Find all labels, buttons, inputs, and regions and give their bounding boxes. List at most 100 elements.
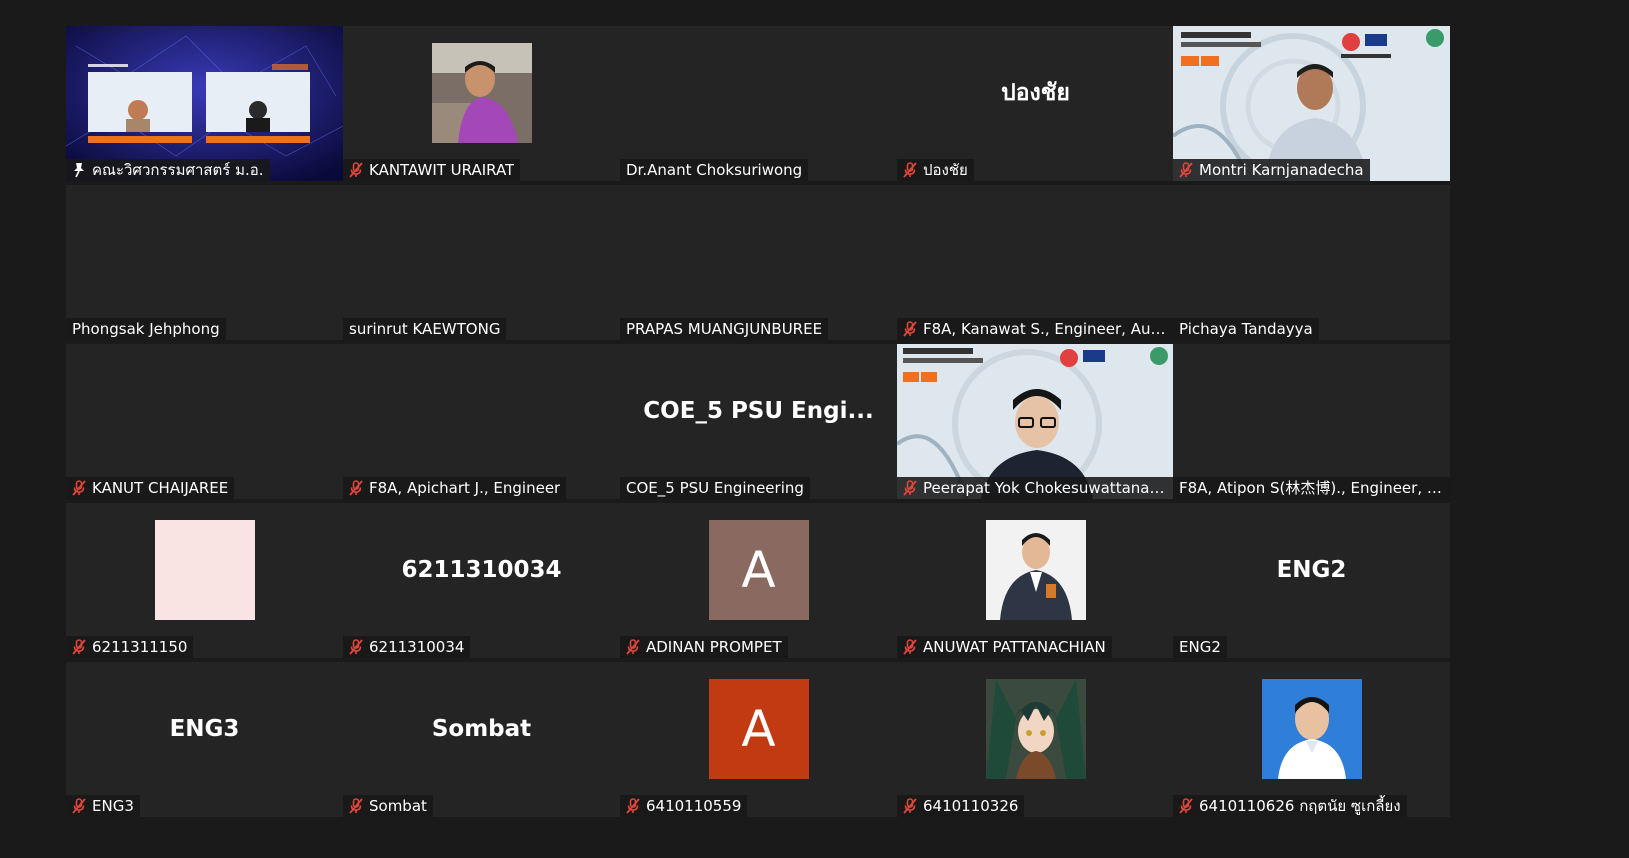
participant-tile[interactable]: ENG3 ENG3 (66, 662, 343, 817)
participant-name: F8A, Apichart J., Engineer (369, 479, 561, 497)
participant-name: COE_5 PSU Engineering (626, 479, 804, 497)
muted-mic-icon (1179, 162, 1193, 178)
muted-mic-icon (903, 162, 917, 178)
presenter-video-icon (897, 344, 1174, 499)
muted-mic-icon (72, 480, 86, 496)
participant-name-label: 6211310034 (343, 636, 471, 658)
muted-mic-icon (349, 480, 363, 496)
participant-tile[interactable]: KANTAWIT URAIRAT (343, 26, 620, 181)
participant-tile[interactable]: COE_5 PSU Engi... COE_5 PSU Engineering (620, 344, 897, 499)
participant-name-label: Phongsak Jehphong (66, 318, 226, 340)
participant-name-label: Peerapat Yok Chokesuwattanaskul (897, 477, 1174, 499)
participant-tile[interactable]: ENG2 ENG2 (1173, 503, 1450, 658)
participant-tile[interactable]: Phongsak Jehphong (66, 185, 343, 340)
participant-avatar (154, 519, 255, 620)
muted-mic-icon (626, 639, 640, 655)
participant-name-label: ปองชัย (897, 159, 974, 181)
participant-photo (985, 678, 1086, 779)
participant-tile[interactable]: 6211311150 (66, 503, 343, 658)
participant-photo (985, 519, 1086, 620)
participant-name-label: F8A, Atipon S(林杰博)., Engineer, Aut... (1173, 477, 1450, 499)
participant-tile[interactable]: Montri Karnjanadecha (1173, 26, 1450, 181)
muted-mic-icon (903, 639, 917, 655)
participant-name: Peerapat Yok Chokesuwattanaskul (923, 479, 1171, 497)
participant-name-label: F8A, Apichart J., Engineer (343, 477, 567, 499)
participant-name: Montri Karnjanadecha (1199, 161, 1364, 179)
participant-name-label: Dr.Anant Choksuriwong (620, 159, 809, 181)
participant-display-name: 6211310034 (401, 556, 562, 583)
participant-name: KANTAWIT URAIRAT (369, 161, 515, 179)
participant-name-label: Montri Karnjanadecha (1173, 159, 1370, 181)
participant-name: F8A, Atipon S(林杰博)., Engineer, Aut... (1179, 479, 1447, 497)
participant-name-label: surinrut KAEWTONG (343, 318, 507, 340)
avatar-initial: A (741, 699, 776, 758)
muted-mic-icon (903, 321, 917, 337)
participant-name: ปองชัย (923, 161, 968, 179)
participant-name-label: 6410110326 (897, 795, 1025, 817)
participant-tile[interactable]: PRAPAS MUANGJUNBUREE (620, 185, 897, 340)
participant-name-label: ENG2 (1173, 636, 1227, 658)
participant-name: surinrut KAEWTONG (349, 320, 501, 338)
muted-mic-icon (903, 480, 917, 496)
muted-mic-icon (72, 798, 86, 814)
participant-name: KANUT CHAIJAREE (92, 479, 229, 497)
pin-icon (72, 162, 86, 178)
participant-tile[interactable]: 6410110326 (897, 662, 1174, 817)
participant-tile[interactable]: Dr.Anant Choksuriwong (620, 26, 897, 181)
participant-name: ANUWAT PATTANACHIAN (923, 638, 1106, 656)
muted-mic-icon (349, 639, 363, 655)
participant-name: 6410110559 (646, 797, 742, 815)
participant-avatar: A (708, 519, 809, 620)
conference-video-icon (66, 26, 343, 181)
participant-display-name: ENG3 (169, 715, 240, 742)
avatar-initial: A (741, 540, 776, 599)
participant-name: Dr.Anant Choksuriwong (626, 161, 803, 179)
participant-name-label: PRAPAS MUANGJUNBUREE (620, 318, 829, 340)
participant-tile[interactable]: Peerapat Yok Chokesuwattanaskul (897, 344, 1174, 499)
participant-avatar: A (708, 678, 809, 779)
participant-tile[interactable]: F8A, Kanawat S., Engineer, Automa... (897, 185, 1174, 340)
participant-tile[interactable]: 6410110626 กฤตนัย ซูเกลี้ยง (1173, 662, 1450, 817)
participant-display-name: COE_5 PSU Engi... (643, 397, 874, 424)
participant-photo (431, 42, 532, 143)
participant-name: 6211310034 (369, 638, 465, 656)
muted-mic-icon (349, 798, 363, 814)
muted-mic-icon (72, 639, 86, 655)
muted-mic-icon (626, 798, 640, 814)
participant-display-name: ปองชัย (1001, 79, 1070, 106)
participant-name: PRAPAS MUANGJUNBUREE (626, 320, 823, 338)
participant-name: 6410110326 (923, 797, 1019, 815)
participant-tile[interactable]: ANUWAT PATTANACHIAN (897, 503, 1174, 658)
participant-name: Sombat (369, 797, 427, 815)
muted-mic-icon (903, 798, 917, 814)
participant-tile[interactable]: F8A, Atipon S(林杰博)., Engineer, Aut... (1173, 344, 1450, 499)
participant-name: คณะวิศวกรรมศาสตร์ ม.อ. (92, 161, 264, 179)
participant-name-label: 6211311150 (66, 636, 194, 658)
presenter-video-icon (1173, 26, 1450, 181)
participant-tile[interactable]: A ADINAN PROMPET (620, 503, 897, 658)
participant-tile[interactable]: คณะวิศวกรรมศาสตร์ ม.อ. (66, 26, 343, 181)
participant-tile[interactable]: F8A, Apichart J., Engineer (343, 344, 620, 499)
participant-tile[interactable]: surinrut KAEWTONG (343, 185, 620, 340)
participant-tile[interactable]: A 6410110559 (620, 662, 897, 817)
participant-tile[interactable]: ปองชัย ปองชัย (897, 26, 1174, 181)
muted-mic-icon (1179, 798, 1193, 814)
muted-mic-icon (349, 162, 363, 178)
participant-photo (1261, 678, 1362, 779)
participant-name: 6410110626 กฤตนัย ซูเกลี้ยง (1199, 797, 1401, 815)
participant-display-name: ENG2 (1276, 556, 1347, 583)
participant-name-label: ANUWAT PATTANACHIAN (897, 636, 1112, 658)
participant-name: F8A, Kanawat S., Engineer, Automa... (923, 320, 1171, 338)
participant-tile[interactable]: Sombat Sombat (343, 662, 620, 817)
participant-name-label: KANUT CHAIJAREE (66, 477, 235, 499)
participant-tile[interactable]: 6211310034 6211310034 (343, 503, 620, 658)
participant-name-label: 6410110559 (620, 795, 748, 817)
participant-name-label: COE_5 PSU Engineering (620, 477, 810, 499)
participant-tile[interactable]: KANUT CHAIJAREE (66, 344, 343, 499)
participant-name-label: 6410110626 กฤตนัย ซูเกลี้ยง (1173, 795, 1407, 817)
participant-name: ENG3 (92, 797, 134, 815)
participant-name: Phongsak Jehphong (72, 320, 220, 338)
participant-name-label: KANTAWIT URAIRAT (343, 159, 521, 181)
participant-name: ADINAN PROMPET (646, 638, 782, 656)
participant-tile[interactable]: Pichaya Tandayya (1173, 185, 1450, 340)
